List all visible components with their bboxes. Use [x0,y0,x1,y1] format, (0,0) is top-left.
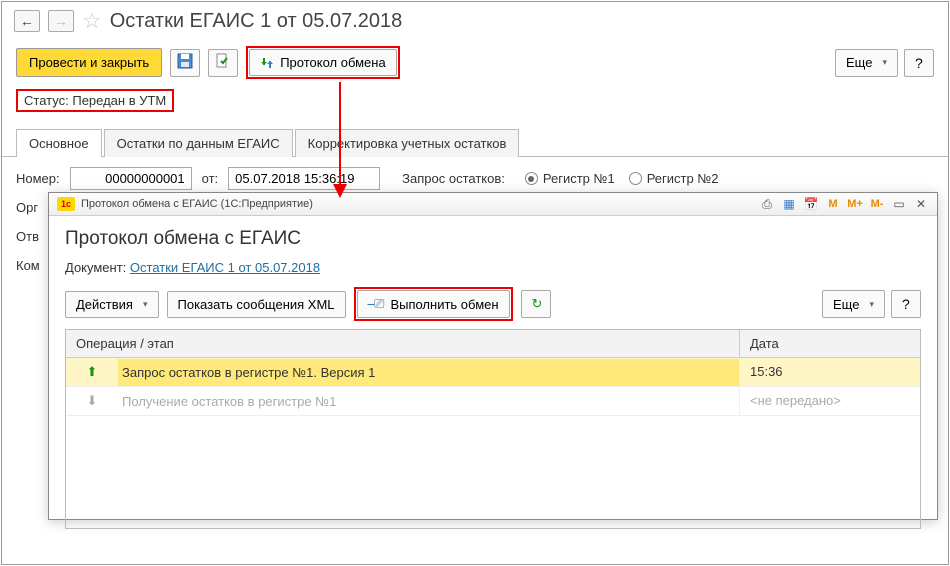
arrow-down-icon: ⬇ [87,393,98,409]
date-input[interactable] [228,167,380,190]
status-badge: Статус: Передан в УТМ [16,89,174,112]
exchange-icon [260,56,274,70]
operations-grid: Операция / этап Дата ⬆ Запрос остатков в… [65,329,921,529]
m-icon[interactable]: M [825,197,841,211]
more-button[interactable]: Еще [835,49,898,77]
protocol-button-label: Протокол обмена [280,55,386,70]
print-icon[interactable]: ⎙ [759,197,775,211]
m-plus-icon[interactable]: M+ [847,197,863,211]
help-button[interactable]: ? [904,49,934,77]
dialog-more-button[interactable]: Еще [822,290,885,318]
refresh-button[interactable]: ↻ [521,290,551,318]
post-document-button[interactable] [208,49,238,77]
protocol-dialog: 1c Протокол обмена с ЕГАИС (1С:Предприят… [48,192,938,520]
table-row[interactable]: ⬇ Получение остатков в регистре №1 <не п… [66,387,920,416]
arrow-up-icon: ⬆ [87,364,98,380]
calc-icon[interactable]: ▦ [781,197,797,211]
exchange-pages-icon: ⎯⎚ [368,296,385,312]
floppy-icon [177,53,193,72]
radio-register-2[interactable]: Регистр №2 [629,171,719,186]
col-date[interactable]: Дата [740,330,920,357]
dialog-heading: Протокол обмена с ЕГАИС [65,228,921,250]
execute-exchange-button[interactable]: ⎯⎚ Выполнить обмен [357,290,510,318]
minimize-icon[interactable]: ▭ [891,197,907,211]
from-label: от: [202,171,219,186]
row-operation-text: Получение остатков в регистре №1 [118,388,739,415]
dialog-titlebar[interactable]: 1c Протокол обмена с ЕГАИС (1С:Предприят… [49,193,937,216]
app-1c-icon: 1c [57,197,75,211]
nav-back-button[interactable]: ← [14,10,40,32]
document-label: Документ: [65,260,126,275]
m-minus-icon[interactable]: M- [869,197,885,211]
page-title: Остатки ЕГАИС 1 от 05.07.2018 [110,10,403,33]
radio-dot-icon [525,172,538,185]
close-icon[interactable]: ✕ [913,197,929,211]
nav-forward-button[interactable]: → [48,10,74,32]
row-date: 15:36 [740,358,920,386]
dialog-window-title: Протокол обмена с ЕГАИС (1С:Предприятие) [81,198,313,210]
save-button[interactable] [170,49,200,77]
radio-dot-icon [629,172,642,185]
number-input[interactable] [70,167,192,190]
refresh-icon: ↻ [532,296,543,312]
save-and-close-button[interactable]: Провести и закрыть [16,48,162,77]
star-icon[interactable]: ☆ [82,8,102,34]
actions-dropdown[interactable]: Действия [65,291,159,318]
post-icon [215,53,231,72]
show-xml-button[interactable]: Показать сообщения XML [167,291,346,318]
protocol-button[interactable]: Протокол обмена [249,49,397,76]
table-row[interactable]: ⬆ Запрос остатков в регистре №1. Версия … [66,358,920,387]
document-link[interactable]: Остатки ЕГАИС 1 от 05.07.2018 [130,260,320,275]
request-label: Запрос остатков: [402,171,505,186]
tab-egais-remains[interactable]: Остатки по данным ЕГАИС [104,129,293,157]
tab-main[interactable]: Основное [16,129,102,157]
row-date: <не передано> [740,387,920,415]
calendar-icon[interactable]: 📅 [803,197,819,211]
number-label: Номер: [16,171,60,186]
row-operation-text: Запрос остатков в регистре №1. Версия 1 [118,359,739,386]
tab-correction[interactable]: Корректировка учетных остатков [295,129,520,157]
col-operation[interactable]: Операция / этап [66,330,740,357]
radio-register-1[interactable]: Регистр №1 [525,171,615,186]
dialog-help-button[interactable]: ? [891,290,921,318]
